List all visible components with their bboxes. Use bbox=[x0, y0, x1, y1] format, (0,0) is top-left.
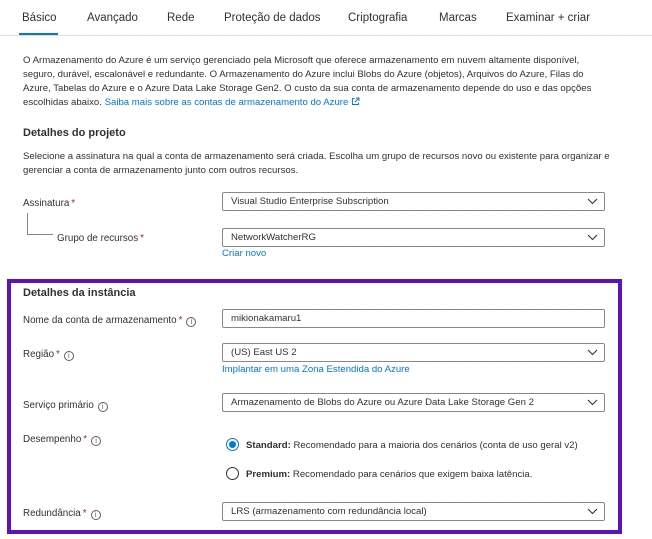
info-icon[interactable]: i bbox=[90, 510, 101, 520]
info-icon[interactable]: i bbox=[91, 436, 102, 446]
primary-service-value: Armazenamento de Blobs do Azure ou Azure… bbox=[231, 397, 534, 408]
extended-zone-link[interactable]: Implantar em uma Zona Estendida do Azure bbox=[222, 364, 410, 375]
active-tab-indicator bbox=[19, 33, 58, 35]
radio-selected[interactable] bbox=[226, 438, 239, 451]
chevron-down-icon bbox=[587, 508, 598, 515]
tab-network[interactable]: Rede bbox=[167, 12, 195, 24]
resource-group-label: Grupo de recursos * bbox=[57, 233, 144, 244]
required-marker: * bbox=[178, 315, 183, 326]
primary-service-label: Serviço primário i bbox=[23, 400, 108, 412]
region-select[interactable]: (US) East US 2 bbox=[222, 343, 605, 362]
performance-premium-option[interactable]: Premium: Recomendado para cenários que e… bbox=[226, 467, 532, 480]
required-marker: * bbox=[71, 198, 76, 209]
performance-standard-option[interactable]: Standard: Recomendado para a maioria dos… bbox=[226, 438, 578, 451]
chevron-down-icon bbox=[587, 234, 598, 241]
create-new-link[interactable]: Criar novo bbox=[222, 248, 266, 259]
tab-bar: Básico Avançado Rede Proteção de dados C… bbox=[0, 0, 652, 36]
tab-advanced[interactable]: Avançado bbox=[87, 12, 138, 24]
tab-review-create[interactable]: Examinar + criar bbox=[506, 12, 590, 24]
required-marker: * bbox=[56, 349, 60, 360]
account-name-label: Nome da conta de armazenamento * i bbox=[23, 315, 197, 327]
project-description: Selecione a assinatura na qual a conta d… bbox=[23, 151, 610, 176]
chevron-down-icon bbox=[587, 399, 598, 406]
info-icon[interactable]: i bbox=[97, 402, 108, 412]
subscription-select[interactable]: Visual Studio Enterprise Subscription bbox=[222, 192, 605, 211]
tab-encryption[interactable]: Criptografia bbox=[348, 12, 407, 24]
tab-data-protection[interactable]: Proteção de dados bbox=[224, 12, 321, 24]
subscription-value: Visual Studio Enterprise Subscription bbox=[231, 196, 389, 207]
info-icon[interactable]: i bbox=[63, 351, 74, 361]
tree-connector bbox=[27, 213, 53, 235]
tab-basics[interactable]: Básico bbox=[22, 12, 57, 24]
redundancy-label-text: Redundância bbox=[23, 508, 81, 519]
redundancy-label: Redundância * i bbox=[23, 508, 101, 520]
standard-name: Standard: bbox=[246, 440, 291, 451]
subscription-label: Assinatura * bbox=[23, 198, 75, 209]
performance-label-text: Desempenho bbox=[23, 434, 82, 445]
premium-name: Premium: bbox=[246, 469, 291, 480]
account-name-input[interactable]: mikionakamaru1 bbox=[222, 309, 605, 328]
learn-more-link[interactable]: Saiba mais sobre as contas de armazename… bbox=[105, 97, 361, 108]
radio-unselected[interactable] bbox=[226, 467, 239, 480]
performance-label: Desempenho * i bbox=[23, 434, 102, 446]
standard-desc: Recomendado para a maioria dos cenários … bbox=[293, 440, 578, 451]
required-marker: * bbox=[83, 434, 88, 445]
info-icon[interactable]: i bbox=[186, 317, 197, 327]
redundancy-value: LRS (armazenamento com redundância local… bbox=[231, 506, 427, 517]
chevron-down-icon bbox=[587, 198, 598, 205]
chevron-down-icon bbox=[587, 349, 598, 356]
tab-tags[interactable]: Marcas bbox=[439, 12, 477, 24]
instance-details-title: Detalhes da instância bbox=[23, 287, 136, 299]
primary-service-select[interactable]: Armazenamento de Blobs do Azure ou Azure… bbox=[222, 393, 605, 412]
intro-paragraph: O Armazenamento do Azure é um serviço ge… bbox=[23, 54, 613, 110]
external-link-icon bbox=[352, 97, 360, 105]
resource-group-label-text: Grupo de recursos bbox=[57, 233, 139, 244]
account-name-label-text: Nome da conta de armazenamento bbox=[23, 315, 177, 326]
subscription-label-text: Assinatura bbox=[23, 198, 70, 209]
required-marker: * bbox=[140, 233, 144, 244]
region-value: (US) East US 2 bbox=[231, 347, 297, 358]
redundancy-select[interactable]: LRS (armazenamento com redundância local… bbox=[222, 502, 605, 521]
required-marker: * bbox=[82, 508, 87, 519]
resource-group-select[interactable]: NetworkWatcherRG bbox=[222, 228, 605, 247]
region-label: Região * i bbox=[23, 349, 74, 361]
premium-desc: Recomendado para cenários que exigem bai… bbox=[292, 469, 533, 480]
project-details-title: Detalhes do projeto bbox=[23, 127, 126, 139]
region-label-text: Região bbox=[23, 349, 55, 360]
resource-group-value: NetworkWatcherRG bbox=[231, 232, 316, 243]
primary-service-label-text: Serviço primário bbox=[23, 400, 94, 411]
learn-more-link-text: Saiba mais sobre as contas de armazename… bbox=[104, 97, 349, 108]
